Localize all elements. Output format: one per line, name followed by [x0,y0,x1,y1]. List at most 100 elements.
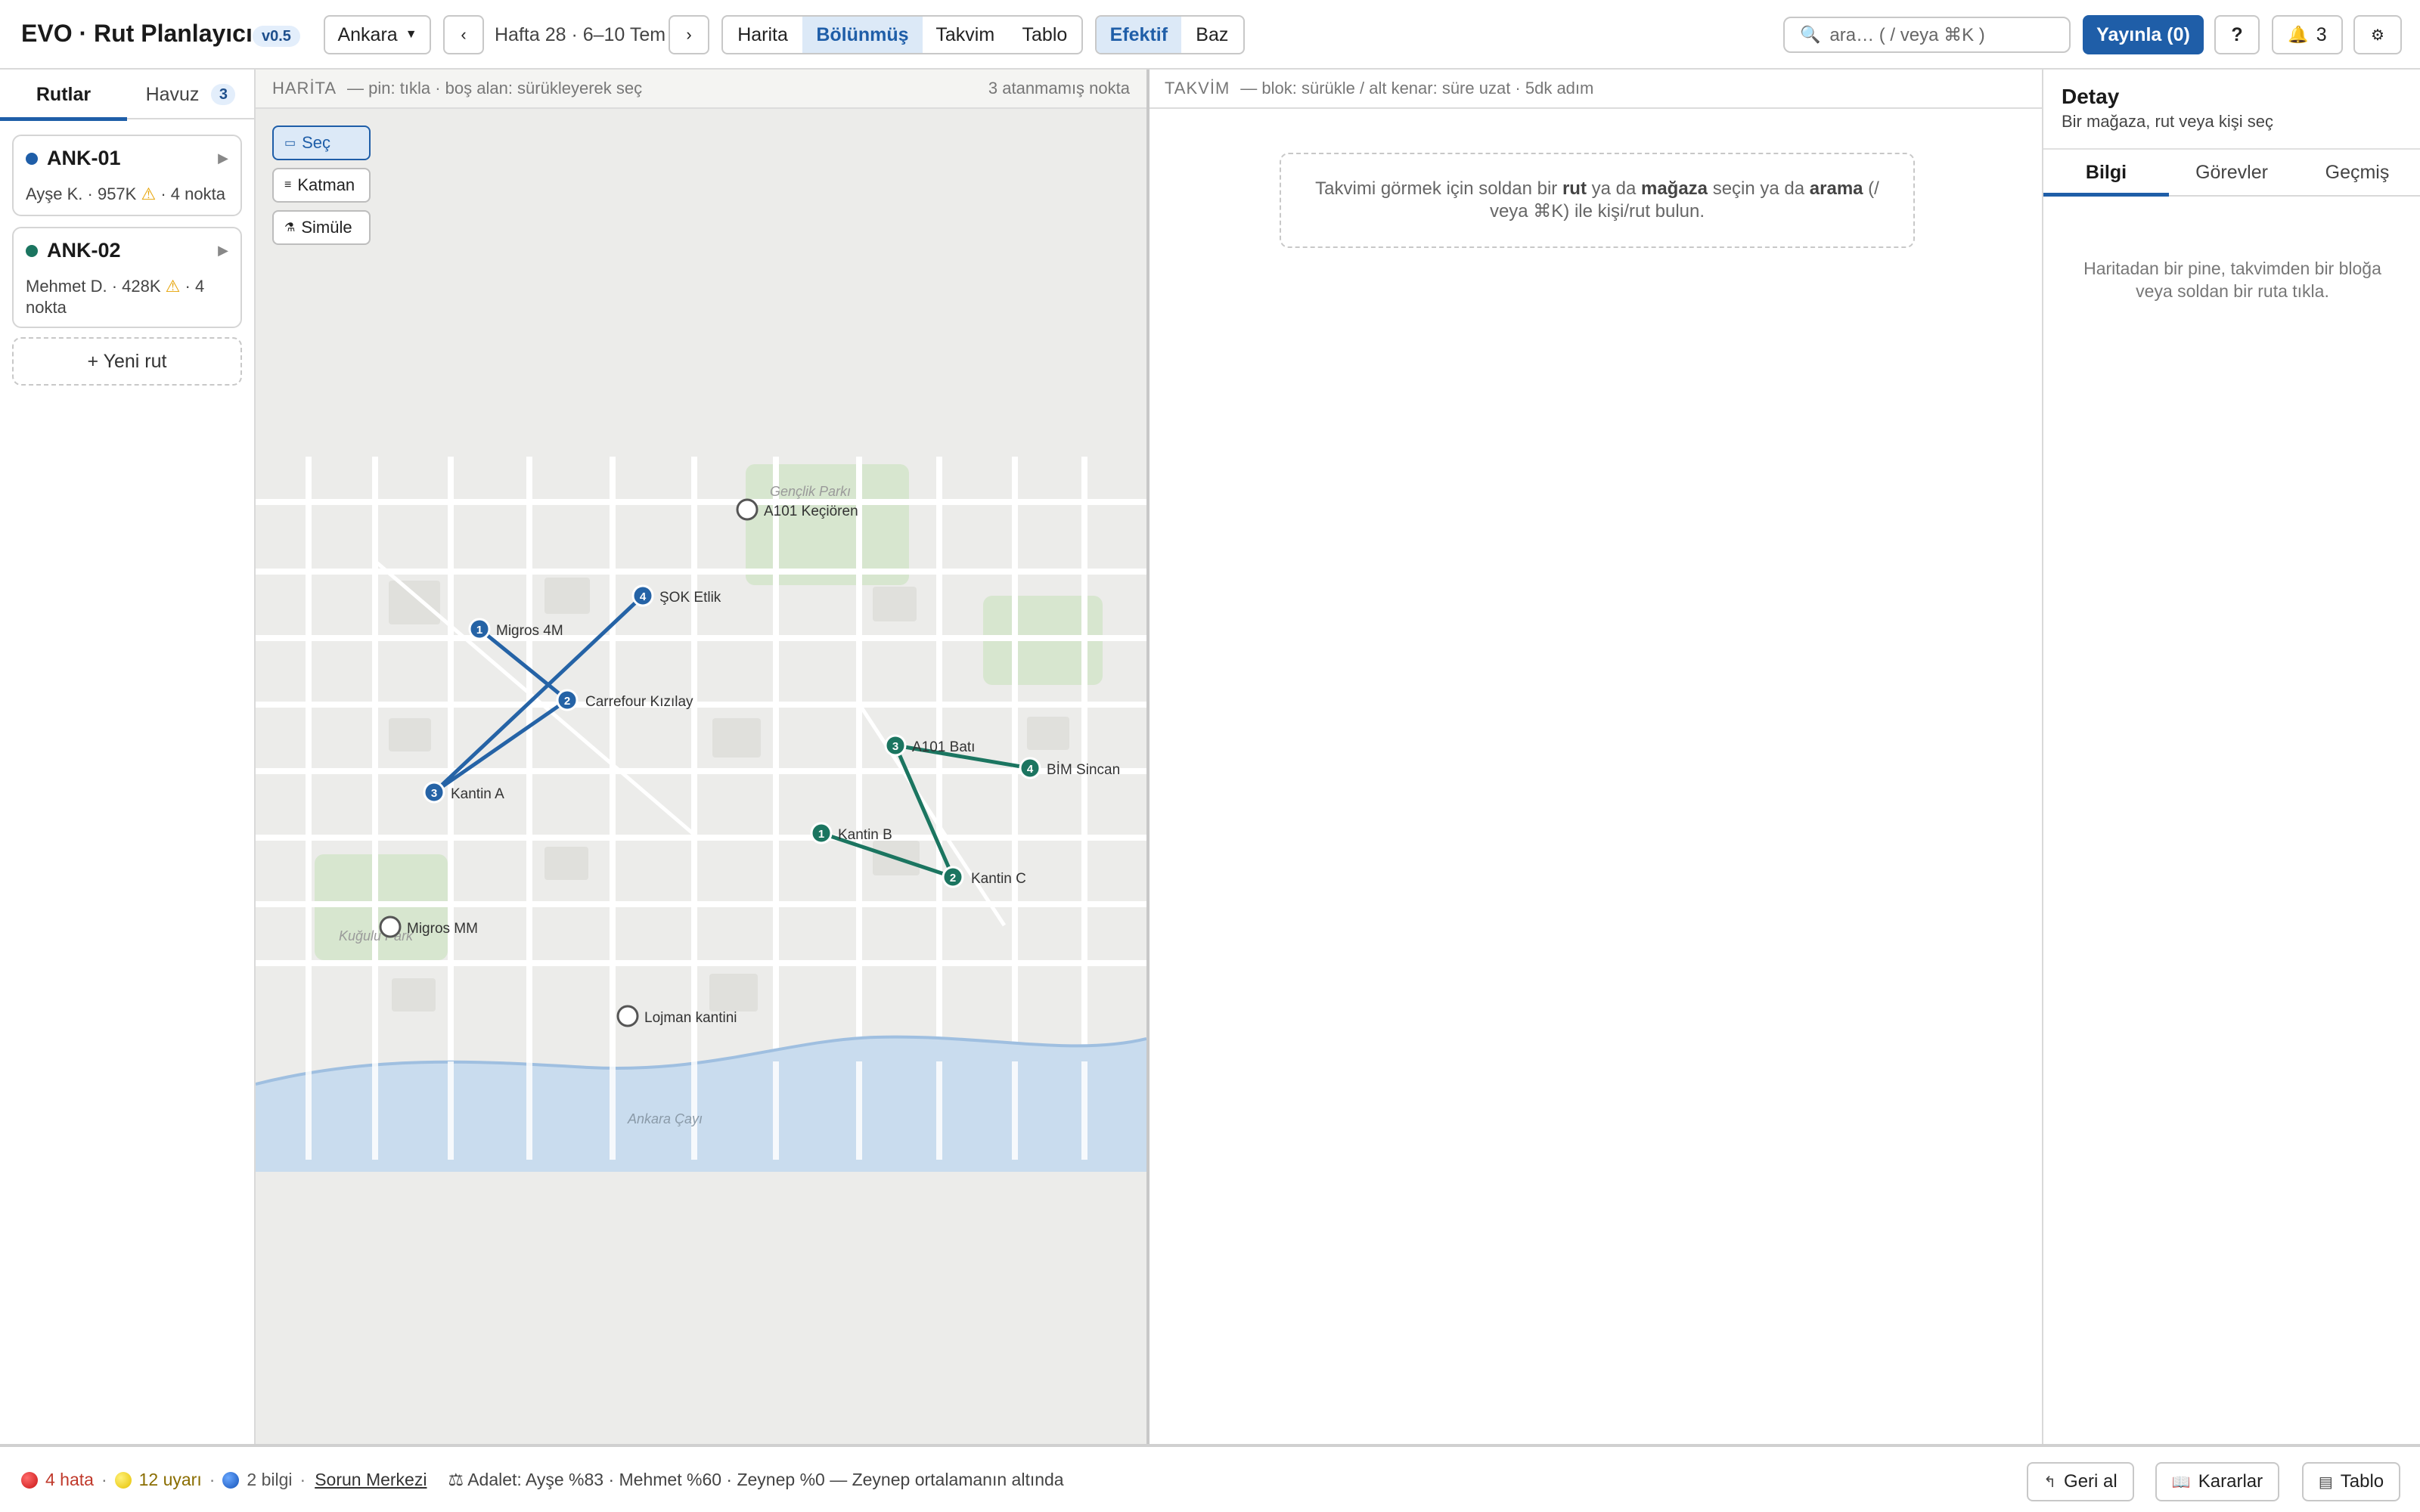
pin-seq: 3 [431,787,437,800]
map-tool-label: Seç [302,133,331,152]
map-tool-label: Simüle [301,218,352,237]
calendar-pane: TAKVİM — blok: sürükle / alt kenar: süre… [1150,70,2042,1444]
tab-history[interactable]: Geçmiş [2294,150,2420,195]
map-tool-layers[interactable]: ≡ Katman [272,168,371,203]
warning-icon: ⚠ [141,184,157,203]
notifications-count: 3 [2316,23,2327,45]
tab-routes-label: Rutlar [36,83,92,105]
search-icon: 🔍 [1800,25,1821,44]
search-placeholder: ara… ( / veya ⌘K ) [1829,24,1985,45]
prev-week-button[interactable]: ‹ [443,15,484,54]
status-bar: 4 hata · 12 uyarı · 2 bilgi · Sorun Merk… [0,1444,2420,1512]
warning-icon: ⚠ [165,277,181,296]
tab-pool[interactable]: Havuz 3 [127,70,254,119]
layers-icon: ≡ [284,178,292,191]
undo-button[interactable]: ↰ Geri al [2027,1462,2134,1501]
river-label: Ankara Çayı [627,1111,703,1126]
view-switcher: Harita Bölünmüş Takvim Tablo [721,15,1083,54]
undo-label: Geri al [2064,1471,2118,1492]
pin-label: A101 Keçiören [764,503,858,519]
tab-tasks[interactable]: Görevler [2169,150,2294,195]
chevron-right-icon: ▶ [218,150,228,166]
detail-title: Detay [2062,85,2120,108]
settings-button[interactable]: ⚙ [2353,15,2402,54]
decisions-label: Kararlar [2198,1471,2263,1492]
park-south-label: Kuğulu Park [339,928,414,943]
pin-label: A101 Batı [912,739,975,755]
info-count[interactable]: 2 bilgi [247,1470,292,1490]
calendar-hint: — blok: sürükle / alt kenar: süre uzat ·… [1240,79,1594,98]
route-name: ANK-01 [47,147,121,169]
detail-subtitle: Bir mağaza, rut veya kişi seç [2062,112,2273,131]
pin-label: Carrefour Kızılay [585,694,693,710]
detail-pane: Detay Bir mağaza, rut veya kişi seç Bilg… [2042,70,2420,1444]
route-color-dot [26,152,38,165]
fairness-summary: ⚖ Adalet: Ayşe %83 · Mehmet %60 · Zeynep… [448,1470,1064,1489]
tab-routes[interactable]: Rutlar [0,70,127,121]
view-calendar-button[interactable]: Takvim [923,17,1008,53]
warning-dot-icon [114,1471,132,1489]
app-title: EVO · Rut Planlayıcı [21,20,253,47]
error-count[interactable]: 4 hata [45,1470,94,1490]
new-route-button[interactable]: + Yeni rut [12,337,242,386]
view-split-button[interactable]: Bölünmüş [802,17,923,53]
route-color-dot [26,244,38,257]
mode-switcher: Efektif Baz [1095,15,1245,54]
chevron-down-icon: ▼ [405,28,417,41]
mode-effective-button[interactable]: Efektif [1097,17,1181,53]
next-week-button[interactable]: › [669,15,709,54]
pin-label: Kantin B [838,827,892,843]
pin-seq: 3 [892,740,898,753]
route-name: ANK-02 [47,239,121,262]
pin-seq: 1 [818,828,824,841]
pin-seq: 2 [950,872,956,885]
tab-info[interactable]: Bilgi [2043,150,2169,197]
pin-label: Kantin C [971,871,1026,887]
decisions-button[interactable]: 📖 Kararlar [2155,1462,2279,1501]
table-button[interactable]: ▤ Tablo [2302,1462,2400,1501]
route-meta: Ayşe K. · 957K ⚠ · 4 nokta [26,184,228,205]
status-summary: 4 hata · 12 uyarı · 2 bilgi · Sorun Merk… [21,1470,1064,1490]
publish-button[interactable]: Yayınla (0) [2083,15,2204,54]
calendar-empty-state: Takvimi görmek için soldan bir rut ya da… [1280,153,1915,248]
book-icon: 📖 [2171,1473,2191,1491]
pin-seq: 4 [640,590,647,603]
route-card-header: ANK-01 ▶ [26,147,228,170]
city-select[interactable]: Ankara ▼ [324,15,431,54]
pin-seq: 2 [564,695,570,708]
route-card-header: ANK-02 ▶ [26,239,228,262]
map-canvas[interactable]: Gençlik Parkı Kuğulu Park Ankara Çayı 1 … [256,109,1146,1444]
city-select-label: Ankara [337,23,398,45]
map-tool-select[interactable]: ▭ Seç [272,125,371,160]
notifications-button[interactable]: 🔔 3 [2272,15,2343,54]
route-meta-driver: Mehmet D. · 428K [26,277,161,296]
mode-base-button[interactable]: Baz [1181,17,1243,53]
pin-label: Migros MM [407,921,478,937]
map-tool-simulate[interactable]: ⚗ Simüle [272,210,371,245]
tab-pool-label: Havuz [145,83,200,105]
pin-label: BİM Sincan [1047,762,1120,778]
table-label: Tablo [2340,1471,2384,1492]
sidebar-tabs: Rutlar Havuz 3 [0,70,254,121]
problem-center-link[interactable]: Sorun Merkezi [315,1470,427,1490]
park-north-label: Gençlik Parkı [770,484,851,499]
calendar-empty-text: Takvimi görmek için soldan bir rut ya da… [1315,178,1879,222]
help-button[interactable]: ? [2214,15,2260,54]
pin-label: ŞOK Etlik [659,590,721,606]
route-card-ank-01[interactable]: ANK-01 ▶ Ayşe K. · 957K ⚠ · 4 nokta [12,135,242,216]
week-label: Hafta 28 · 6–10 Tem [495,24,666,45]
version-badge: v0.5 [253,26,300,47]
pin-seq: 1 [476,624,482,637]
select-rect-icon: ▭ [284,137,296,150]
search-input[interactable]: 🔍 ara… ( / veya ⌘K ) [1783,17,2071,53]
warning-count[interactable]: 12 uyarı [139,1470,202,1490]
calendar-header: TAKVİM — blok: sürükle / alt kenar: süre… [1150,70,2042,109]
view-map-button[interactable]: Harita [723,17,802,53]
route-card-ank-02[interactable]: ANK-02 ▶ Mehmet D. · 428K ⚠ · 4 nokta [12,227,242,328]
map-header: HARİTA — pin: tıkla · boş alan: sürükley… [256,70,1146,109]
map-title: HARİTA [272,79,337,98]
unassigned-count: 3 atanmamış nokta [988,79,1130,98]
pin-seq: 4 [1027,763,1034,776]
detail-tabs: Bilgi Görevler Geçmiş [2043,148,2420,197]
view-table-button[interactable]: Tablo [1008,17,1081,53]
